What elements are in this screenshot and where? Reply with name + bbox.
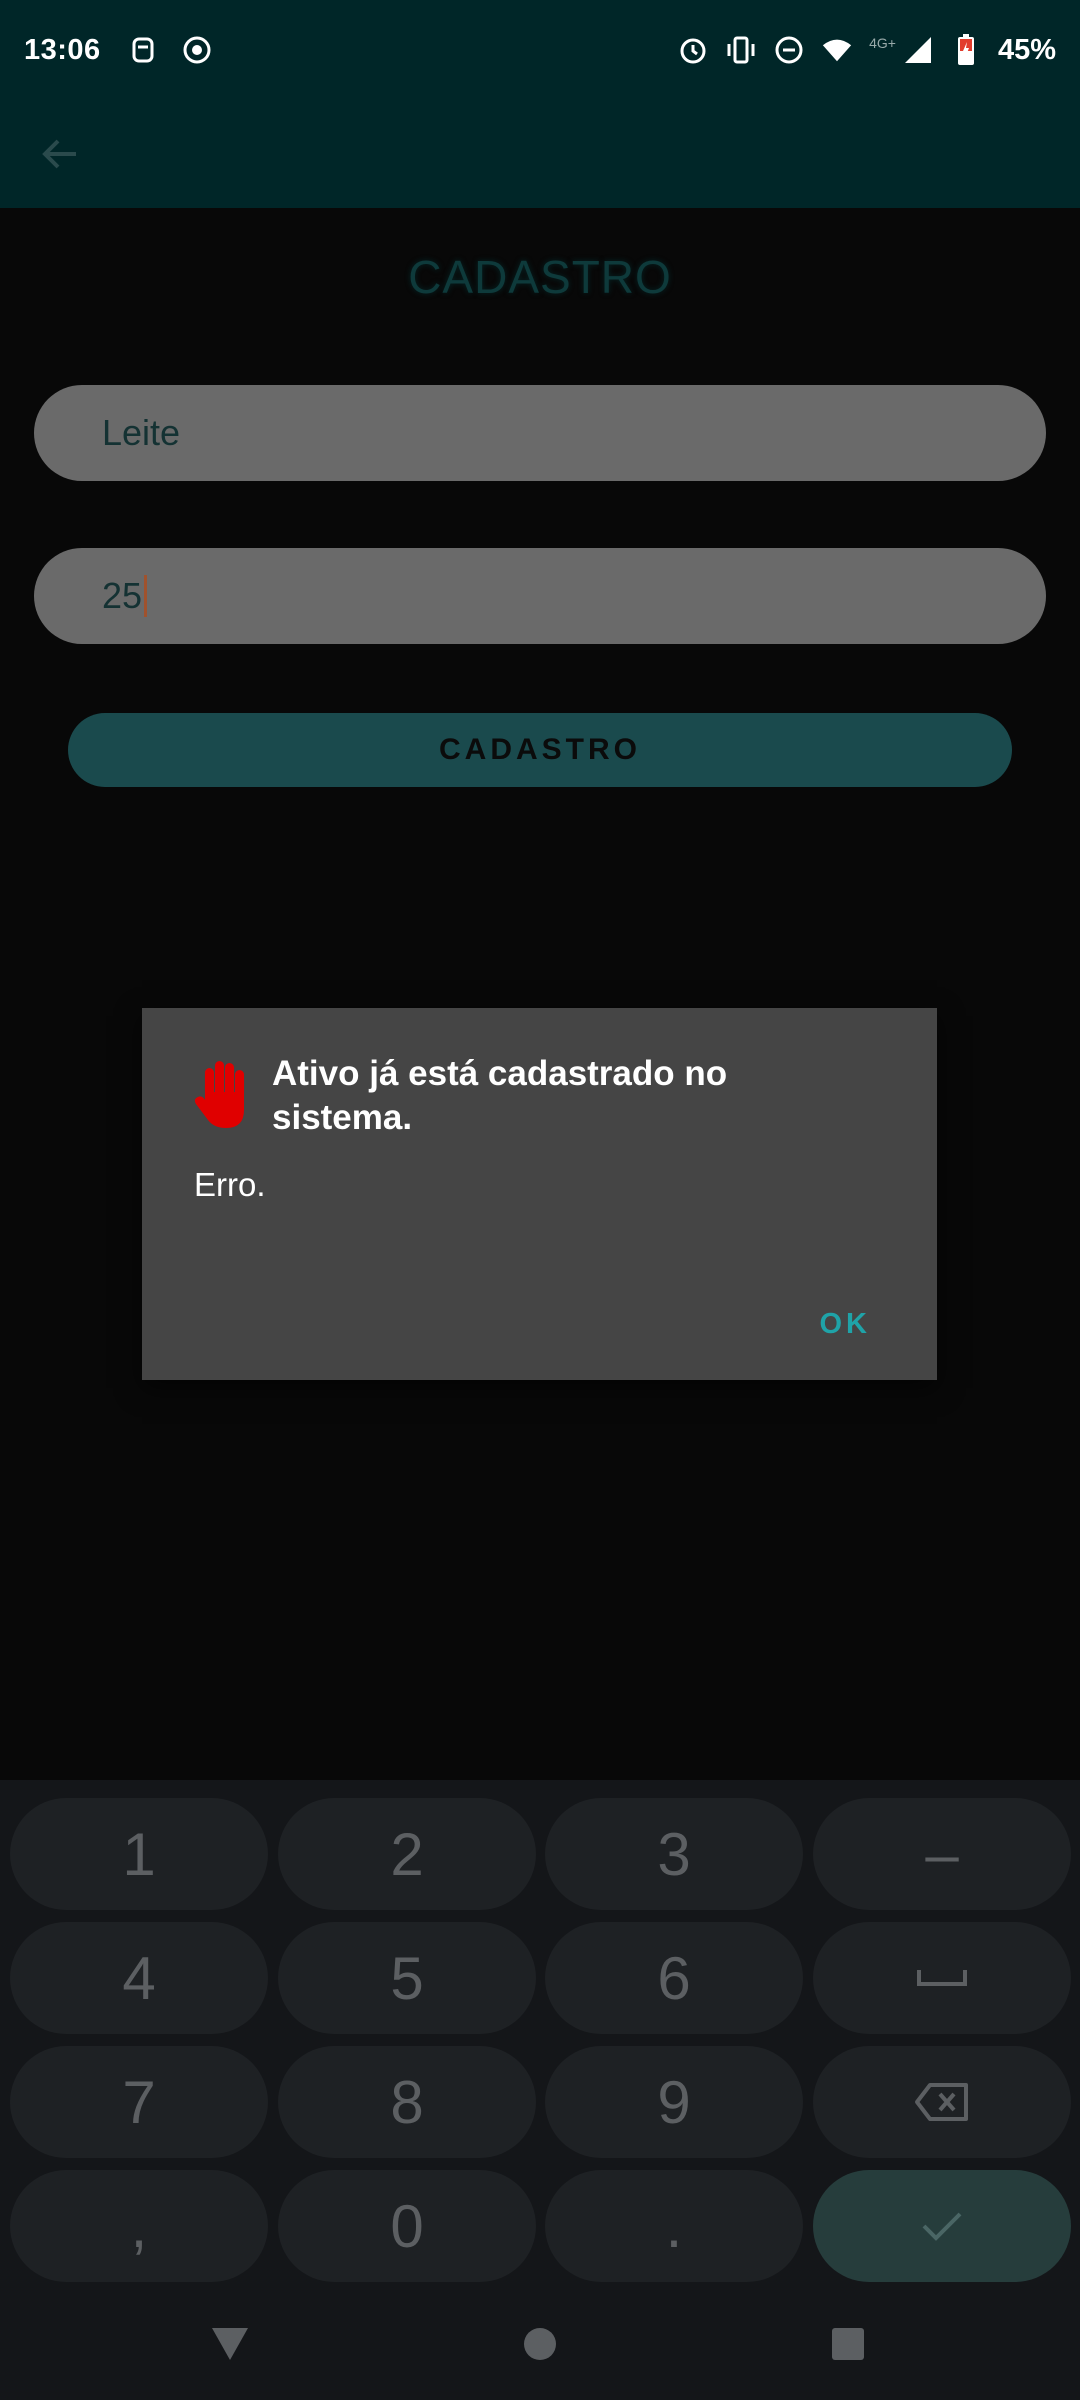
screen: 13:06 4G+ 45% CADASTRO Leite 25 CADASTRO… <box>0 0 1080 2400</box>
key-8[interactable]: 8 <box>278 2046 536 2158</box>
navigation-bar <box>0 2288 1080 2400</box>
app-bar <box>0 100 1080 208</box>
status-right-icons: 4G+ 45% <box>677 34 1056 67</box>
key-7[interactable]: 7 <box>10 2046 268 2158</box>
nav-home-button[interactable] <box>514 2318 566 2370</box>
screen-record-icon <box>181 34 213 66</box>
signal-icon <box>902 34 934 66</box>
key-9[interactable]: 9 <box>545 2046 803 2158</box>
key-3[interactable]: 3 <box>545 1798 803 1910</box>
wifi-icon <box>821 34 853 66</box>
back-arrow-icon <box>42 139 76 169</box>
name-input-value: Leite <box>102 412 181 453</box>
status-bar: 13:06 4G+ 45% <box>0 0 1080 100</box>
error-dialog: Ativo já está cadastrado no sistema. Err… <box>142 1008 937 1380</box>
notification-app-icon <box>127 34 159 66</box>
backspace-icon <box>915 2083 968 2121</box>
space-icon <box>917 1970 967 1986</box>
back-button[interactable] <box>34 128 86 180</box>
ok-button[interactable]: OK <box>820 1308 872 1341</box>
circle-home-icon <box>524 2328 556 2360</box>
numeric-keyboard: 1 2 3 – 4 5 6 7 8 9 , 0 . <box>0 1780 1080 2288</box>
key-space[interactable] <box>813 1922 1071 2034</box>
key-2[interactable]: 2 <box>278 1798 536 1910</box>
quantity-input-value: 25 <box>102 575 143 616</box>
vibrate-icon <box>725 34 757 66</box>
name-input[interactable]: Leite <box>34 385 1046 481</box>
stop-hand-icon <box>194 1061 244 1128</box>
dialog-header: Ativo já está cadastrado no sistema. <box>192 1052 792 1140</box>
dialog-message: Erro. <box>194 1166 266 1203</box>
alarm-icon <box>677 34 709 66</box>
battery-percent: 45% <box>997 33 1056 66</box>
key-1[interactable]: 1 <box>10 1798 268 1910</box>
do-not-disturb-icon <box>773 34 805 66</box>
page-title: CADASTRO <box>408 251 672 303</box>
square-recents-icon <box>832 2328 864 2360</box>
status-left-icons <box>127 34 213 66</box>
key-enter[interactable] <box>813 2170 1071 2282</box>
quantity-input[interactable]: 25 <box>34 548 1046 644</box>
nav-back-button[interactable] <box>204 2318 256 2370</box>
register-button[interactable]: CADASTRO <box>68 713 1012 787</box>
status-time: 13:06 <box>24 33 101 66</box>
key-comma[interactable]: , <box>10 2170 268 2282</box>
text-cursor <box>144 575 148 617</box>
battery-icon <box>950 34 982 66</box>
key-0[interactable]: 0 <box>278 2170 536 2282</box>
key-backspace[interactable] <box>813 2046 1071 2158</box>
key-dash[interactable]: – <box>813 1798 1071 1910</box>
key-period[interactable]: . <box>545 2170 803 2282</box>
key-5[interactable]: 5 <box>278 1922 536 2034</box>
nav-recents-button[interactable] <box>822 2318 874 2370</box>
key-6[interactable]: 6 <box>545 1922 803 2034</box>
check-icon <box>922 2212 962 2241</box>
dialog-title: Ativo já está cadastrado no sistema. <box>272 1054 728 1137</box>
key-4[interactable]: 4 <box>10 1922 268 2034</box>
triangle-back-icon <box>212 2328 248 2360</box>
network-type-label: 4G+ <box>869 35 896 51</box>
